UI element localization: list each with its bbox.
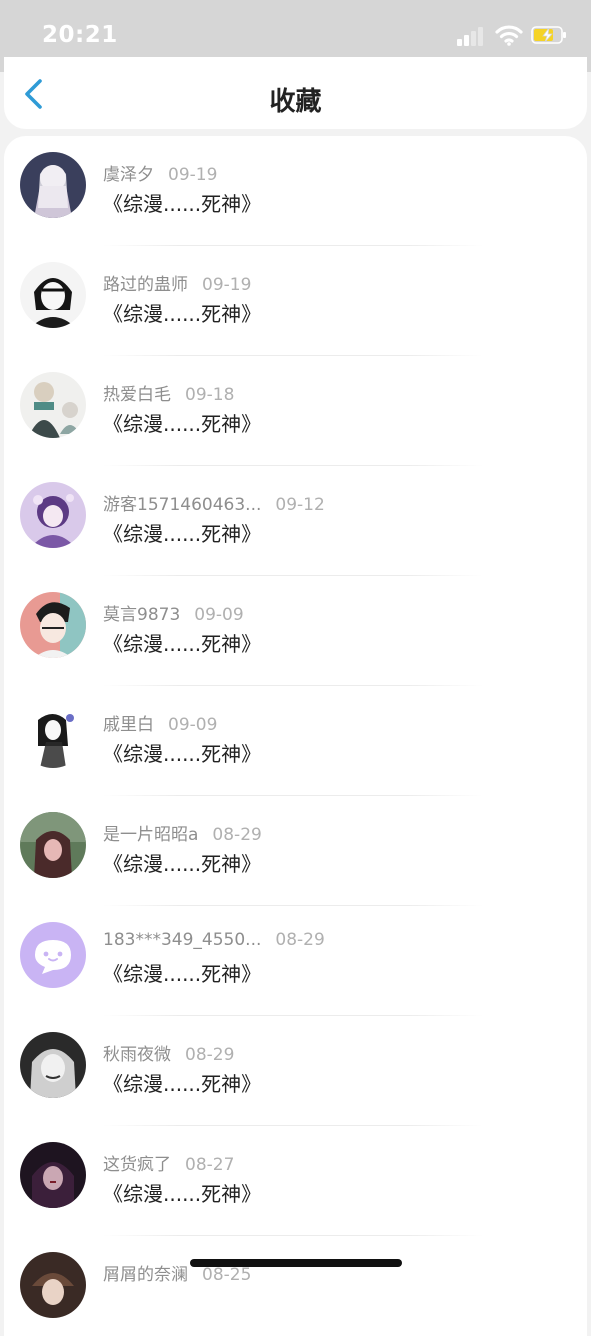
list-item[interactable]: 热爱白毛 09-18 《综漫......死神》: [4, 356, 587, 466]
status-time: 20:21: [42, 22, 118, 48]
item-date: 08-27: [185, 1155, 235, 1175]
list-item[interactable]: 183***349_4550... 08-29 《综漫......死神》: [4, 906, 587, 1016]
home-indicator[interactable]: [190, 1259, 402, 1267]
list-item[interactable]: 戚里白 09-09 《综漫......死神》: [4, 686, 587, 796]
page-title: 收藏: [269, 87, 322, 117]
item-title: 《综漫......死神》: [103, 522, 262, 546]
item-date: 09-18: [185, 385, 235, 405]
list-item[interactable]: 这货疯了 08-27 《综漫......死神》: [4, 1126, 587, 1236]
list-item[interactable]: 游客1571460463... 09-12 《综漫......死神》: [4, 466, 587, 576]
item-username: 183***349_4550...: [103, 930, 262, 950]
signal-icon: [457, 27, 483, 46]
user-avatar[interactable]: [20, 702, 86, 768]
user-avatar[interactable]: [20, 592, 86, 658]
item-date: 08-29: [212, 825, 262, 845]
item-title: 《综漫......死神》: [103, 1072, 262, 1096]
favorites-list: 虞泽夕 09-19 《综漫......死神》 路过的蛊师 09-19 《综漫....…: [4, 136, 587, 1336]
item-title: 《综漫......死神》: [103, 852, 262, 876]
list-item[interactable]: 路过的蛊师 09-19 《综漫......死神》: [4, 246, 587, 356]
nav-header: 收藏: [4, 57, 587, 129]
chat-bubble-icon: [20, 922, 86, 988]
list-item[interactable]: 屑屑的奈澜 08-25: [4, 1236, 587, 1336]
item-date: 08-25: [202, 1265, 252, 1285]
item-username: 屑屑的奈澜: [103, 1265, 188, 1285]
user-avatar[interactable]: [20, 922, 86, 988]
item-username: 莫言9873: [103, 605, 181, 625]
item-title: 《综漫......死神》: [103, 412, 262, 436]
item-date: 08-29: [185, 1045, 235, 1065]
list-item[interactable]: 莫言9873 09-09 《综漫......死神》: [4, 576, 587, 686]
item-date: 09-09: [194, 605, 244, 625]
list-item[interactable]: 是一片昭昭a 08-29 《综漫......死神》: [4, 796, 587, 906]
user-avatar[interactable]: [20, 1032, 86, 1098]
item-date: 09-12: [275, 495, 325, 515]
item-username: 游客1571460463...: [103, 495, 262, 515]
item-date: 09-19: [168, 165, 218, 185]
user-avatar[interactable]: [20, 1252, 86, 1318]
item-username: 这货疯了: [103, 1155, 171, 1175]
user-avatar[interactable]: [20, 1142, 86, 1208]
item-title: 《综漫......死神》: [103, 192, 262, 216]
battery-charging-icon: [531, 26, 566, 44]
wifi-icon: [495, 25, 523, 46]
user-avatar[interactable]: [20, 262, 86, 328]
item-date: 08-29: [275, 930, 325, 950]
item-username: 是一片昭昭a: [103, 825, 199, 845]
item-title: 《综漫......死神》: [103, 632, 262, 656]
list-item[interactable]: 秋雨夜微 08-29 《综漫......死神》: [4, 1016, 587, 1126]
item-title: 《综漫......死神》: [103, 1182, 262, 1206]
user-avatar[interactable]: [20, 812, 86, 878]
item-username: 秋雨夜微: [103, 1045, 171, 1065]
user-avatar[interactable]: [20, 152, 86, 218]
item-username: 戚里白: [103, 715, 154, 735]
user-avatar[interactable]: [20, 482, 86, 548]
item-title: 《综漫......死神》: [103, 302, 262, 326]
item-date: 09-09: [168, 715, 218, 735]
item-title: 《综漫......死神》: [103, 742, 262, 766]
list-item[interactable]: 虞泽夕 09-19 《综漫......死神》: [4, 136, 587, 246]
item-username: 路过的蛊师: [103, 275, 188, 295]
item-username: 虞泽夕: [103, 165, 154, 185]
item-title: 《综漫......死神》: [103, 962, 262, 986]
item-username: 热爱白毛: [103, 385, 171, 405]
item-date: 09-19: [202, 275, 252, 295]
user-avatar[interactable]: [20, 372, 86, 438]
